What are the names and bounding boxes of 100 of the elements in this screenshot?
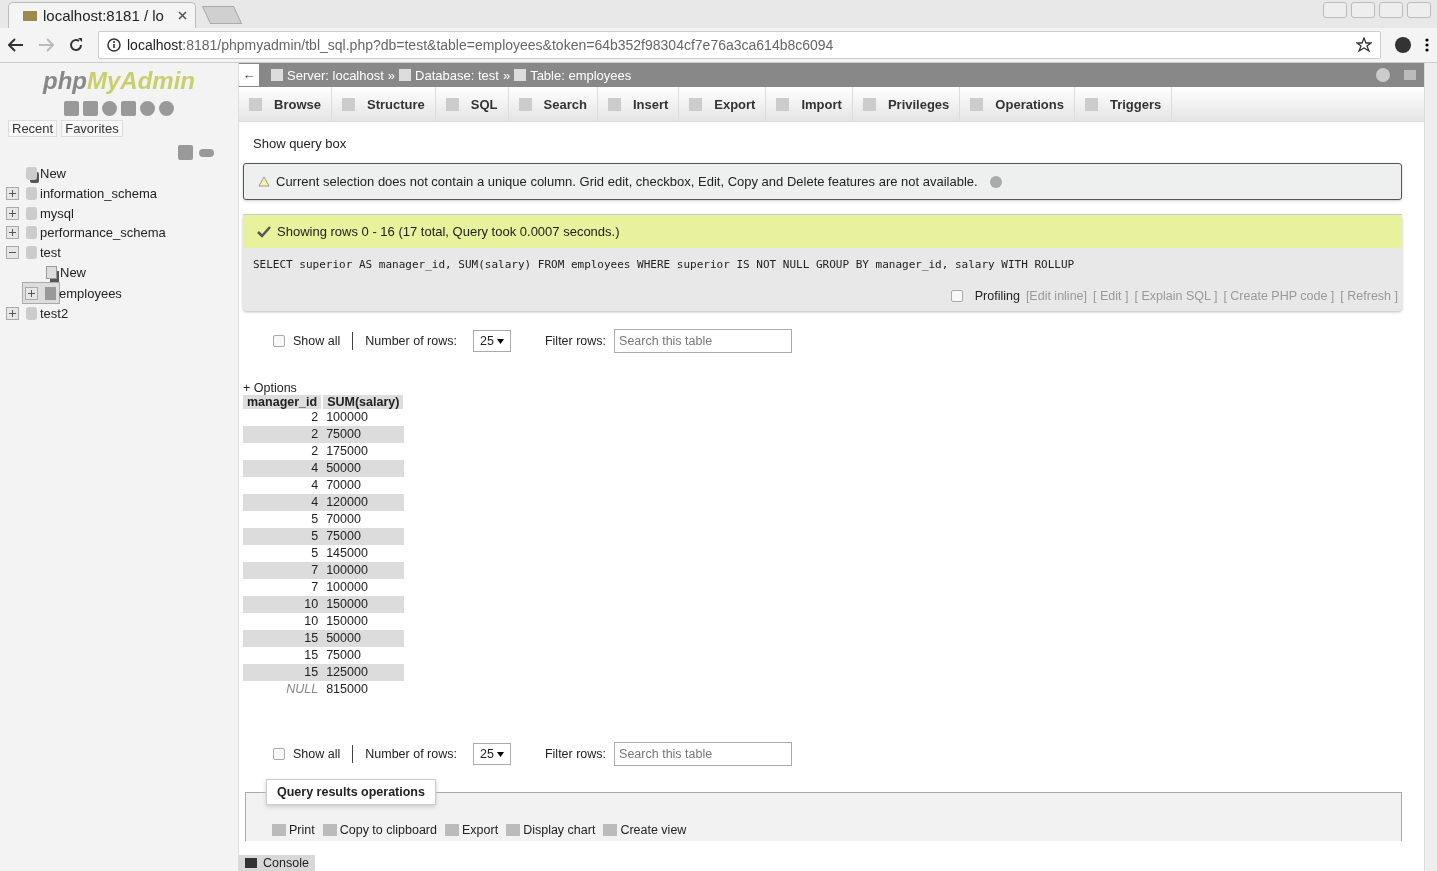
expander-icon[interactable] — [6, 246, 19, 260]
back-icon[interactable] — [8, 38, 24, 52]
show-all-label[interactable]: Show all — [293, 334, 341, 348]
table-cell: 75000 — [322, 647, 405, 664]
check-icon — [257, 225, 271, 238]
menu-tab[interactable]: Privileges — [852, 87, 961, 121]
menu-tab[interactable]: Export — [679, 87, 767, 121]
menu-tab[interactable]: Structure — [331, 87, 436, 121]
expander-icon[interactable] — [6, 206, 19, 220]
success-message: Showing rows 0 - 16 (17 total, Query took 0.0007 seconds.) — [243, 214, 1402, 248]
menu-tab[interactable]: Operations — [960, 87, 1075, 121]
breadcrumb-separator: » — [502, 67, 511, 83]
sidebar-tab[interactable]: Recent — [8, 120, 58, 137]
tree-item[interactable]: employees — [59, 285, 122, 301]
filter-field[interactable]: Search this table — [614, 329, 793, 353]
collapse-button[interactable]: ← — [239, 64, 259, 86]
profiling-label[interactable]: Profiling — [974, 289, 1020, 303]
rows-label: Number of rows: — [365, 747, 457, 761]
table-cell: 70000 — [322, 511, 405, 528]
table-cell: NULL — [243, 681, 323, 698]
table-cell: 70000 — [322, 477, 405, 494]
table-cell: 15 — [243, 630, 323, 647]
console-button[interactable]: Console — [239, 855, 315, 871]
sql-query: SELECT superior AS manager_id, SUM(salary) FROM employees WHERE superior IS NOT NULL GROUP BY manager_id, salary WITH ROLLUP — [252, 257, 1076, 273]
table-cell: 2 — [243, 426, 323, 443]
tree-item[interactable]: New — [60, 264, 86, 280]
caret-icon — [496, 338, 504, 344]
star-icon[interactable] — [1356, 37, 1372, 53]
breadcrumb-link[interactable]: Server: localhost — [287, 67, 384, 83]
menu-tab[interactable]: Triggers — [1074, 87, 1173, 121]
table-cell: 150000 — [322, 613, 405, 630]
filter-field[interactable]: Search this table — [614, 742, 793, 766]
table-cell: 100000 — [322, 562, 405, 579]
table-cell: 145000 — [322, 545, 405, 562]
table-cell: 5 — [243, 528, 323, 545]
expander-icon[interactable] — [6, 307, 19, 321]
table-cell: 4 — [243, 477, 323, 494]
rows-select[interactable]: 25 — [472, 330, 511, 352]
table-cell: 10 — [243, 596, 323, 613]
table-cell: 15 — [243, 664, 323, 681]
checkbox[interactable] — [273, 335, 285, 347]
scrollbar[interactable] — [1424, 63, 1437, 871]
rows-label: Number of rows: — [365, 334, 457, 348]
table-cell: 4 — [243, 460, 323, 477]
operation-link[interactable]: Copy to clipboard — [322, 823, 437, 837]
table-cell: 4 — [243, 494, 323, 511]
options-link[interactable]: + Options — [243, 381, 1402, 395]
breadcrumb-link[interactable]: Table: employees — [530, 67, 632, 83]
menu-tab[interactable]: Import — [766, 87, 853, 121]
table-cell: 150000 — [322, 596, 405, 613]
table-cell: 2 — [243, 409, 323, 426]
rows-select[interactable]: 25 — [472, 743, 511, 765]
checkbox[interactable] — [950, 290, 963, 302]
warning-icon — [258, 176, 270, 187]
operation-link[interactable]: Export — [445, 823, 499, 837]
table-cell: 15 — [243, 647, 323, 664]
operation-link[interactable]: Print — [272, 823, 315, 837]
expander-icon[interactable] — [6, 187, 19, 201]
menu-tab[interactable]: Browse — [239, 87, 332, 121]
tree-item[interactable]: test2 — [40, 306, 69, 322]
operation-link[interactable]: Create view — [603, 823, 687, 837]
table-cell: 7 — [243, 562, 323, 579]
address-bar[interactable]: localhost:8181/phpmyadmin/tbl_sql.php?db=test&table=employees&token=64b352f98304cf7e76a3ca614b8c6094 — [98, 31, 1381, 59]
tree-item[interactable]: mysql — [40, 205, 74, 221]
tree-item[interactable]: New — [40, 166, 66, 182]
sidebar-tab[interactable]: Favorites — [61, 120, 123, 137]
menu-tab[interactable]: Insert — [597, 87, 680, 121]
info-icon — [107, 38, 121, 52]
table-cell: 50000 — [322, 460, 405, 477]
menu-tab[interactable]: SQL — [435, 87, 509, 121]
breadcrumb-separator: » — [387, 67, 396, 83]
table-cell: 2 — [243, 443, 323, 460]
tree-item[interactable]: performance_schema — [40, 225, 166, 241]
browser-tab[interactable]: localhost:8181 / lo — [8, 2, 196, 28]
column-header[interactable]: manager_id — [243, 395, 323, 409]
menu-tab[interactable]: Search — [508, 87, 598, 121]
filter-label: Filter rows: — [544, 747, 607, 761]
operation-link[interactable]: Display chart — [506, 823, 596, 837]
table-cell: 75000 — [322, 426, 405, 443]
caret-icon — [496, 751, 504, 757]
table-cell: 120000 — [322, 494, 405, 511]
table-cell: 175000 — [322, 443, 405, 460]
notice-message: Current selection does not contain a unique column. Grid edit, checkbox, Edit, Copy and Delete features are not available. — [243, 163, 1402, 200]
table-cell: 10 — [243, 613, 323, 630]
forward-icon[interactable] — [38, 38, 54, 52]
show-query-box-link[interactable]: Show query box — [243, 122, 1402, 163]
expander-icon[interactable] — [6, 226, 19, 240]
table-cell: 5 — [243, 511, 323, 528]
show-all-label[interactable]: Show all — [293, 747, 341, 761]
table-cell: 125000 — [322, 664, 405, 681]
tree-item[interactable]: information_schema — [40, 186, 158, 202]
checkbox[interactable] — [273, 748, 285, 760]
table-cell: 5 — [243, 545, 323, 562]
panel-title: Query results operations — [266, 779, 436, 805]
tree-item[interactable]: test — [40, 245, 61, 261]
column-header[interactable]: SUM(salary) — [322, 395, 405, 409]
menu-icon[interactable] — [1425, 38, 1429, 52]
breadcrumb-link[interactable]: Database: test — [415, 67, 499, 83]
table-cell: 815000 — [322, 681, 405, 698]
expander-icon[interactable] — [25, 286, 38, 300]
